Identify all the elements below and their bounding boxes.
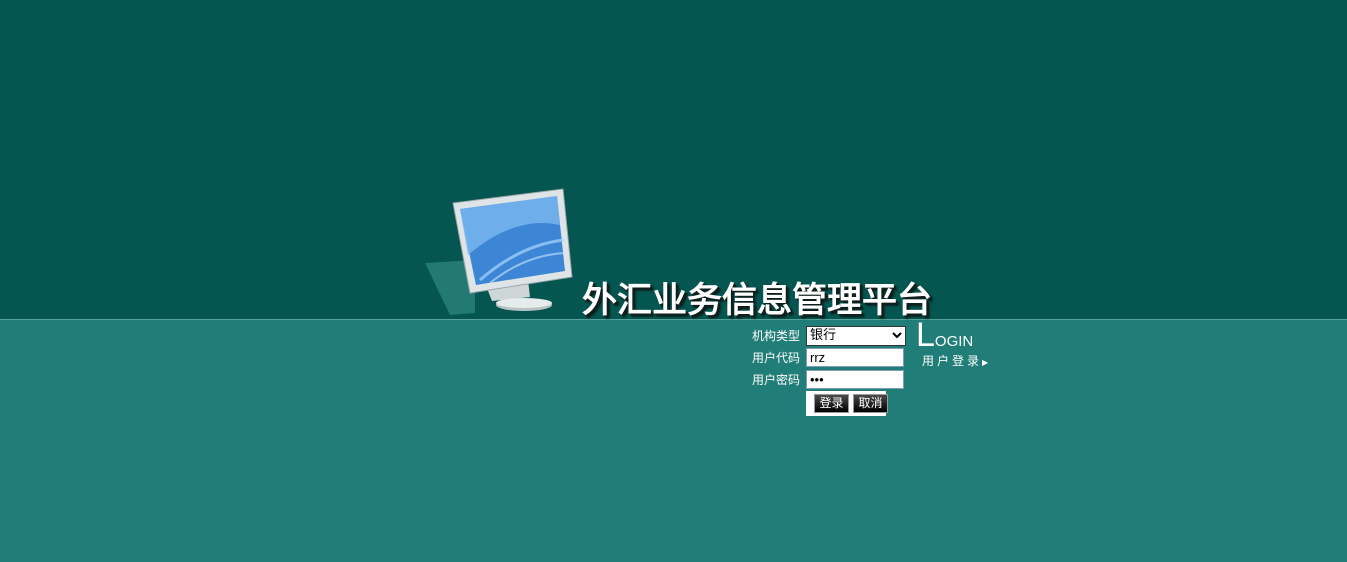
cancel-button[interactable]: 取消 <box>853 394 888 413</box>
button-group: 登录 取消 <box>806 391 888 416</box>
org-type-label: 机构类型 <box>751 329 800 343</box>
page-title: 外汇业务信息管理平台 <box>582 281 933 321</box>
chevron-down-icon <box>892 332 902 339</box>
login-big-letter: L <box>916 316 935 354</box>
org-type-select[interactable]: 银行 <box>806 326 906 346</box>
play-arrow-icon: ▶ <box>982 358 989 367</box>
body-background <box>0 320 1347 562</box>
password-label: 用户密码 <box>751 373 800 387</box>
org-type-value: 银行 <box>810 328 837 343</box>
login-subtitle-text: 用户登录 <box>922 354 983 368</box>
password-input[interactable]: ••• <box>806 370 904 389</box>
login-subtitle: 用户登录▶ <box>922 352 988 369</box>
login-button[interactable]: 登录 <box>814 394 849 413</box>
user-code-input[interactable]: rrz <box>806 348 904 367</box>
monitor-icon <box>425 188 573 315</box>
user-code-label: 用户代码 <box>751 351 800 365</box>
login-heading: LOGIN <box>916 318 973 352</box>
login-rest-letters: OGIN <box>934 333 974 350</box>
